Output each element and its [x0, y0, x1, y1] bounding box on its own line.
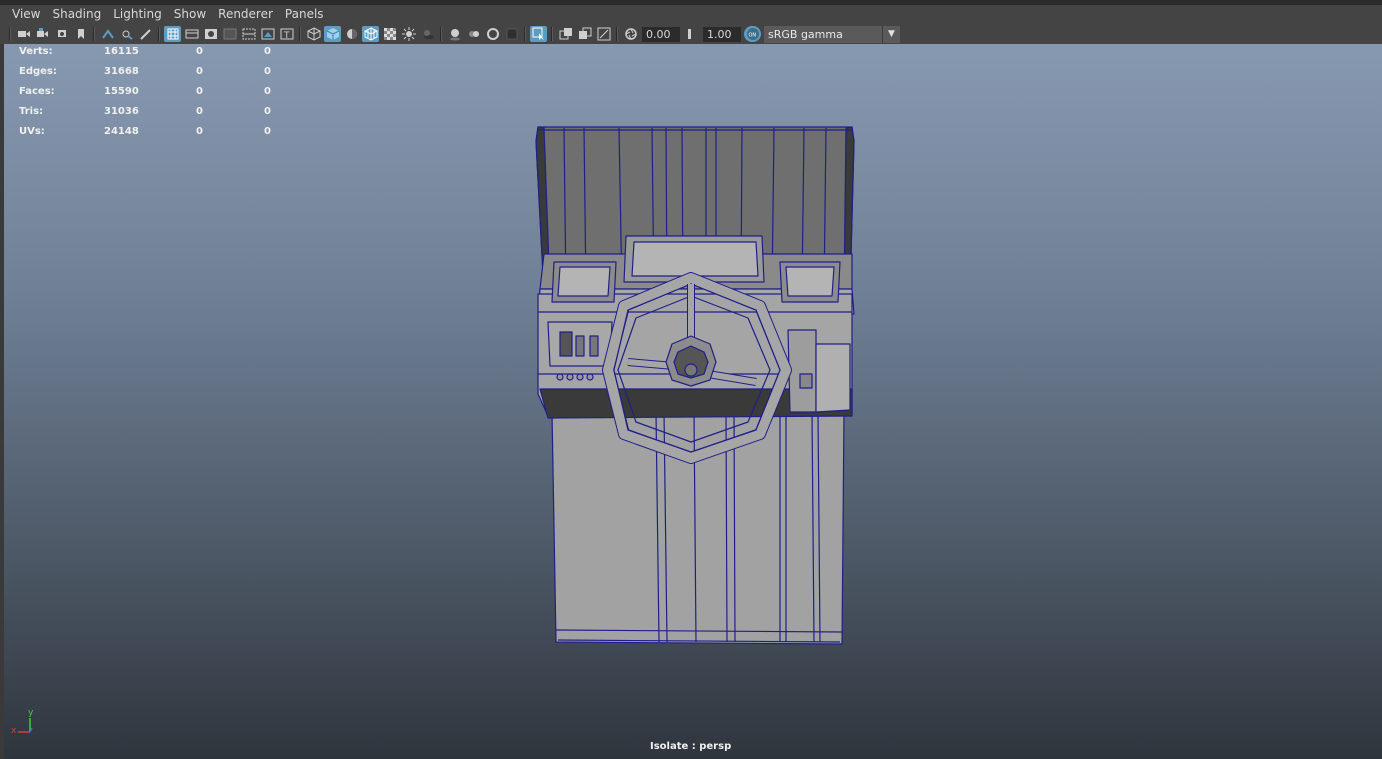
- safe-title-icon[interactable]: T: [278, 26, 295, 42]
- screen-space-ao-icon[interactable]: [446, 26, 463, 42]
- camera-label: Isolate : persp: [650, 741, 732, 752]
- two-d-pan-icon[interactable]: [99, 26, 116, 42]
- shadows-icon[interactable]: [419, 26, 436, 42]
- axis-x-label: x: [11, 726, 17, 736]
- toolbar-separator: [93, 27, 95, 41]
- xray-joints-icon[interactable]: [595, 26, 612, 42]
- default-material-icon[interactable]: [343, 26, 360, 42]
- smooth-shade-icon[interactable]: [324, 26, 341, 42]
- dropdown-arrow-icon[interactable]: ▼: [882, 25, 900, 43]
- textured-icon[interactable]: [381, 26, 398, 42]
- xray-icon[interactable]: [557, 26, 574, 42]
- gamma-icon[interactable]: [683, 26, 700, 42]
- pencil-icon[interactable]: [137, 26, 154, 42]
- menu-shading[interactable]: Shading: [46, 5, 107, 24]
- toolbar-separator: [158, 27, 160, 41]
- viewport-toolbar: T 0.00 1.00 ON sRGB gamma ▼: [0, 24, 1382, 44]
- camera-attributes-icon[interactable]: [34, 26, 51, 42]
- exposure-field[interactable]: 0.00: [642, 26, 680, 42]
- menu-show[interactable]: Show: [168, 5, 212, 24]
- perspective-viewport[interactable]: Verts: 16115 0 0 Edges: 31668 0 0 Faces:…: [4, 44, 1382, 759]
- image-plane-icon[interactable]: [72, 26, 89, 42]
- toolbar-separator: [524, 27, 526, 41]
- film-gate-icon[interactable]: [183, 26, 200, 42]
- throttle-lever: [787, 329, 817, 413]
- toolbar-separator: [440, 27, 442, 41]
- safe-action-icon[interactable]: [259, 26, 276, 42]
- menu-view[interactable]: View: [6, 5, 46, 24]
- svg-text:T: T: [283, 31, 290, 40]
- helm-console-model[interactable]: [4, 44, 1382, 759]
- toolbar-separator: [299, 27, 301, 41]
- wireframe-on-shaded-icon[interactable]: [362, 26, 379, 42]
- toolbar-separator: [9, 27, 11, 41]
- depth-of-field-icon[interactable]: [503, 26, 520, 42]
- multisample-aa-icon[interactable]: [484, 26, 501, 42]
- color-space-dropdown[interactable]: sRGB gamma: [764, 25, 882, 43]
- menu-panels[interactable]: Panels: [279, 5, 330, 24]
- grease-pencil-icon[interactable]: [118, 26, 135, 42]
- axis-y-label: y: [28, 708, 34, 718]
- grid-icon[interactable]: [164, 26, 181, 42]
- xray-active-components-icon[interactable]: [576, 26, 593, 42]
- wireframe-icon[interactable]: [305, 26, 322, 42]
- field-chart-icon[interactable]: [240, 26, 257, 42]
- motion-blur-icon[interactable]: [465, 26, 482, 42]
- camera-icon[interactable]: [15, 26, 32, 42]
- resolution-gate-icon[interactable]: [202, 26, 219, 42]
- view-axis-indicator: y x: [10, 708, 40, 738]
- gamma-field[interactable]: 1.00: [703, 26, 741, 42]
- menu-lighting[interactable]: Lighting: [107, 5, 168, 24]
- use-all-lights-icon[interactable]: [400, 26, 417, 42]
- console-pedestal: [551, 411, 845, 645]
- gate-mask-icon[interactable]: [221, 26, 238, 42]
- viewport-menubar: View Shading Lighting Show Renderer Pane…: [0, 0, 1382, 24]
- isolate-select-icon[interactable]: [530, 26, 547, 42]
- toolbar-separator: [616, 27, 618, 41]
- exposure-icon[interactable]: [622, 26, 639, 42]
- bookmark-icon[interactable]: [53, 26, 70, 42]
- menu-renderer[interactable]: Renderer: [212, 5, 279, 24]
- toolbar-separator: [551, 27, 553, 41]
- color-management-icon[interactable]: ON: [744, 26, 761, 42]
- svg-text:ON: ON: [748, 33, 756, 39]
